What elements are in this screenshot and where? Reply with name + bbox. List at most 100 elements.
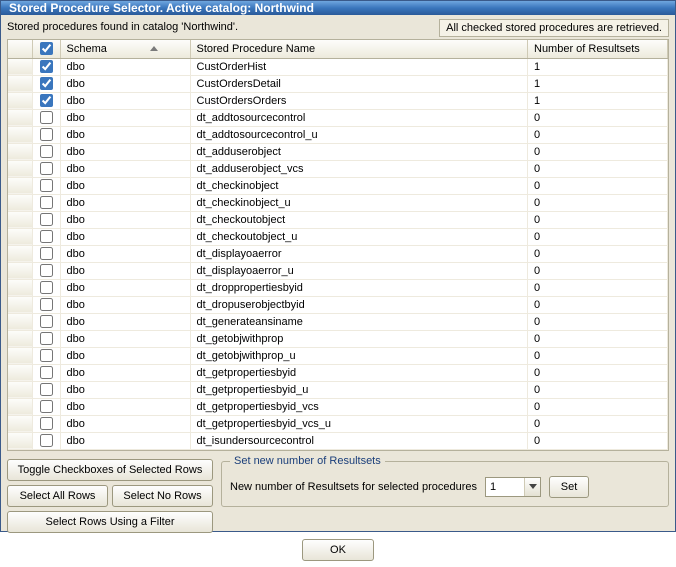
cell-results: 0 [528,262,668,279]
table-row[interactable]: dbodt_displayoaerror0 [8,245,668,262]
cell-name: dt_addtosourcecontrol_u [190,126,528,143]
table-row[interactable]: dbodt_isundersourcecontrol0 [8,432,668,449]
row-checkbox[interactable] [40,196,53,209]
row-checkbox[interactable] [40,230,53,243]
select-filter-button[interactable]: Select Rows Using a Filter [7,511,213,533]
resultsets-input[interactable] [486,478,524,496]
table-row[interactable]: dbodt_addtosourcecontrol0 [8,109,668,126]
row-checkbox[interactable] [40,332,53,345]
cell-name: dt_addtosourcecontrol [190,109,528,126]
row-checkbox[interactable] [40,213,53,226]
row-checkbox[interactable] [40,145,53,158]
cell-results: 0 [528,126,668,143]
row-checkbox[interactable] [40,179,53,192]
select-no-rows-button[interactable]: Select No Rows [112,485,213,507]
row-stub[interactable] [8,211,32,228]
header-stub[interactable] [8,40,32,58]
header-schema-label: Schema [67,43,107,55]
row-checkbox[interactable] [40,162,53,175]
header-results[interactable]: Number of Resultsets [528,40,668,58]
cell-results: 0 [528,296,668,313]
row-checkbox[interactable] [40,417,53,430]
table-row[interactable]: dbodt_checkoutobject_u0 [8,228,668,245]
row-stub[interactable] [8,347,32,364]
table-row[interactable]: dbodt_generateansiname0 [8,313,668,330]
table-row[interactable]: dbodt_addtosourcecontrol_u0 [8,126,668,143]
row-stub[interactable] [8,92,32,109]
cell-results: 0 [528,245,668,262]
table-row[interactable]: dbodt_getpropertiesbyid_u0 [8,381,668,398]
row-stub[interactable] [8,109,32,126]
row-stub[interactable] [8,398,32,415]
row-stub[interactable] [8,313,32,330]
header-schema[interactable]: Schema [60,40,190,58]
toggle-checkboxes-button[interactable]: Toggle Checkboxes of Selected Rows [7,459,213,481]
table-row[interactable]: dbodt_getpropertiesbyid_vcs0 [8,398,668,415]
header-name[interactable]: Stored Procedure Name [190,40,528,58]
header-check[interactable] [32,40,60,58]
titlebar: Stored Procedure Selector. Active catalo… [1,1,675,15]
row-checkbox[interactable] [40,400,53,413]
set-button[interactable]: Set [549,476,589,498]
cell-schema: dbo [60,58,190,75]
row-checkbox[interactable] [40,383,53,396]
row-stub[interactable] [8,381,32,398]
row-stub[interactable] [8,177,32,194]
table-row[interactable]: dbodt_droppropertiesbyid0 [8,279,668,296]
row-stub[interactable] [8,58,32,75]
row-stub[interactable] [8,364,32,381]
row-stub[interactable] [8,245,32,262]
row-stub[interactable] [8,160,32,177]
row-stub[interactable] [8,279,32,296]
select-all-checkbox[interactable] [40,42,53,55]
ok-button[interactable]: OK [302,539,374,561]
table-row[interactable]: dbodt_displayoaerror_u0 [8,262,668,279]
row-checkbox[interactable] [40,111,53,124]
grid-scroll[interactable]: Schema Stored Procedure Name Number of R… [8,40,668,450]
row-checkbox[interactable] [40,366,53,379]
row-stub[interactable] [8,126,32,143]
table-row[interactable]: dbodt_checkinobject_u0 [8,194,668,211]
row-checkbox[interactable] [40,298,53,311]
row-stub[interactable] [8,143,32,160]
row-stub[interactable] [8,228,32,245]
table-row[interactable]: dboCustOrdersOrders1 [8,92,668,109]
cell-results: 0 [528,364,668,381]
row-checkbox[interactable] [40,434,53,447]
row-stub[interactable] [8,330,32,347]
table-row[interactable]: dboCustOrderHist1 [8,58,668,75]
row-checkbox[interactable] [40,315,53,328]
sort-asc-icon [150,46,158,51]
spinner-dropdown-button[interactable] [524,478,540,496]
grid-container: Schema Stored Procedure Name Number of R… [7,39,669,451]
table-row[interactable]: dbodt_getobjwithprop0 [8,330,668,347]
table-row[interactable]: dbodt_getobjwithprop_u0 [8,347,668,364]
cell-results: 0 [528,398,668,415]
table-row[interactable]: dbodt_getpropertiesbyid0 [8,364,668,381]
row-checkbox[interactable] [40,77,53,90]
row-stub[interactable] [8,262,32,279]
row-checkbox[interactable] [40,247,53,260]
row-stub[interactable] [8,296,32,313]
table-row[interactable]: dbodt_dropuserobjectbyid0 [8,296,668,313]
table-row[interactable]: dbodt_adduserobject0 [8,143,668,160]
row-stub[interactable] [8,194,32,211]
table-row[interactable]: dboCustOrdersDetail1 [8,75,668,92]
row-stub[interactable] [8,432,32,449]
table-row[interactable]: dbodt_checkoutobject0 [8,211,668,228]
row-checkbox[interactable] [40,349,53,362]
select-all-rows-button[interactable]: Select All Rows [7,485,108,507]
row-checkbox[interactable] [40,128,53,141]
table-row[interactable]: dbodt_checkinobject0 [8,177,668,194]
cell-results: 0 [528,279,668,296]
row-checkbox[interactable] [40,60,53,73]
table-row[interactable]: dbodt_adduserobject_vcs0 [8,160,668,177]
row-stub[interactable] [8,415,32,432]
row-checkbox[interactable] [40,264,53,277]
resultsets-spinner[interactable] [485,477,541,497]
row-checkbox[interactable] [40,281,53,294]
row-stub[interactable] [8,75,32,92]
table-row[interactable]: dbodt_getpropertiesbyid_vcs_u0 [8,415,668,432]
row-selection-buttons: Toggle Checkboxes of Selected Rows Selec… [7,459,213,533]
row-checkbox[interactable] [40,94,53,107]
